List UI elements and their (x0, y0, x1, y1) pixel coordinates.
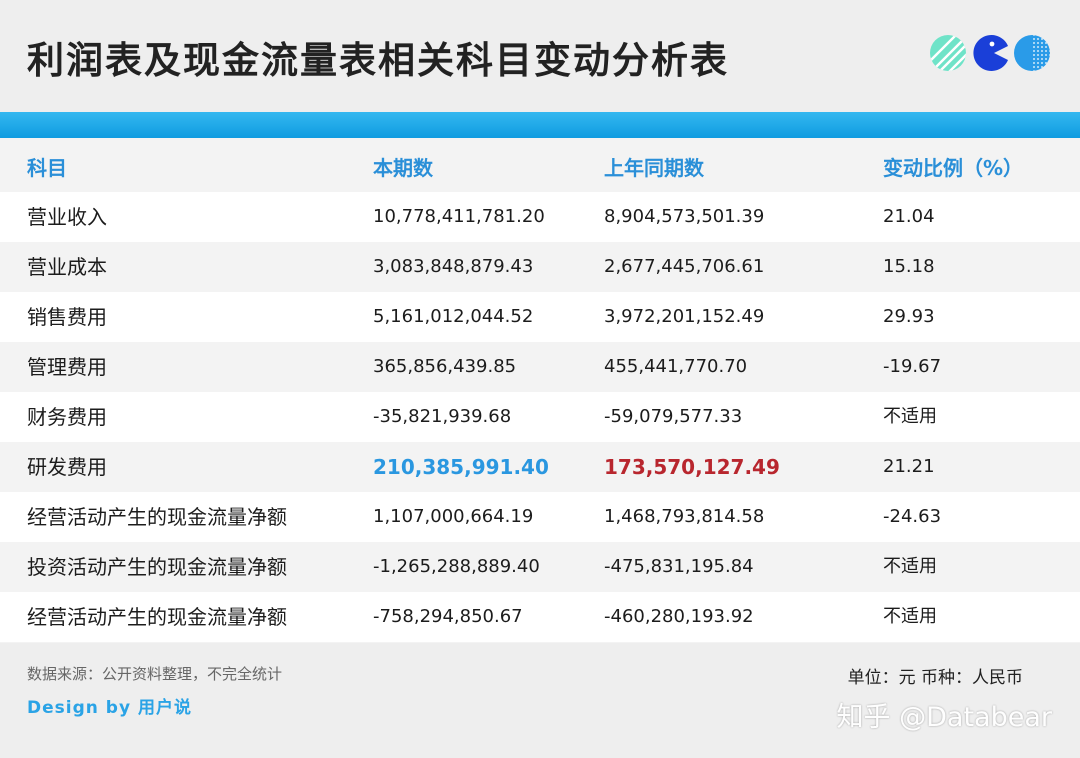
row-change: 不适用 (883, 406, 937, 427)
logo (930, 35, 1050, 71)
footer: 数据来源：公开资料整理，不完全统计 Design by 用户说 单位：元 币种：… (0, 643, 1080, 758)
table-row: 营业成本 3,083,848,879.43 2,677,445,706.61 1… (0, 242, 1080, 292)
row-change: 不适用 (883, 556, 937, 577)
row-item: 营业收入 (27, 205, 107, 229)
row-item: 营业成本 (27, 255, 107, 279)
data-table: 科目 本期数 上年同期数 变动比例（%） 营业收入 10,778,411,781… (0, 138, 1080, 643)
row-item: 经营活动产生的现金流量净额 (27, 605, 287, 629)
page-title: 利润表及现金流量表相关科目变动分析表 (27, 39, 729, 82)
dotted-circle-icon (1014, 35, 1050, 71)
row-item: 销售费用 (27, 305, 107, 329)
row-previous: 1,468,793,814.58 (604, 506, 765, 527)
row-current: 1,107,000,664.19 (373, 506, 534, 527)
row-previous: 3,972,201,152.49 (604, 306, 765, 327)
row-previous: -460,280,193.92 (604, 606, 754, 627)
row-previous: -59,079,577.33 (604, 406, 743, 427)
data-source-note: 数据来源：公开资料整理，不完全统计 (27, 665, 283, 683)
table-row: 经营活动产生的现金流量净额 -758,294,850.67 -460,280,1… (0, 592, 1080, 642)
row-current: -1,265,288,889.40 (373, 556, 540, 577)
row-previous: 455,441,770.70 (604, 356, 748, 377)
row-item: 财务费用 (27, 405, 107, 429)
design-credit: Design by 用户说 (27, 698, 192, 718)
row-change: -19.67 (883, 356, 942, 377)
header: 利润表及现金流量表相关科目变动分析表 (0, 0, 1080, 112)
row-item: 研发费用 (27, 455, 107, 479)
striped-circle-icon (930, 35, 966, 71)
row-current: -35,821,939.68 (373, 406, 512, 427)
column-header-previous: 上年同期数 (604, 156, 704, 180)
row-current: 5,161,012,044.52 (373, 306, 534, 327)
column-header-item: 科目 (27, 156, 67, 180)
row-previous: 2,677,445,706.61 (604, 256, 765, 277)
row-change: -24.63 (883, 506, 942, 527)
row-current: -758,294,850.67 (373, 606, 523, 627)
table-row: 投资活动产生的现金流量净额 -1,265,288,889.40 -475,831… (0, 542, 1080, 592)
row-change: 29.93 (883, 306, 935, 327)
row-previous: 8,904,573,501.39 (604, 206, 765, 227)
unit-note: 单位：元 币种：人民币 (847, 668, 1023, 688)
row-item: 投资活动产生的现金流量净额 (27, 555, 287, 579)
row-change: 21.04 (883, 206, 935, 227)
header-band (0, 112, 1080, 138)
table-row: 经营活动产生的现金流量净额 1,107,000,664.19 1,468,793… (0, 492, 1080, 542)
watermark: 知乎 @Databear (836, 702, 1052, 733)
row-item: 管理费用 (27, 355, 107, 379)
row-previous-highlight: 173,570,127.49 (604, 455, 780, 479)
row-change: 15.18 (883, 256, 935, 277)
column-header-current: 本期数 (373, 156, 433, 180)
table-header: 科目 本期数 上年同期数 变动比例（%） (0, 138, 1080, 192)
table-row: 财务费用 -35,821,939.68 -59,079,577.33 不适用 (0, 392, 1080, 442)
table-row: 研发费用 210,385,991.40 173,570,127.49 21.21 (0, 442, 1080, 492)
row-previous: -475,831,195.84 (604, 556, 754, 577)
table-row: 销售费用 5,161,012,044.52 3,972,201,152.49 2… (0, 292, 1080, 342)
row-current-highlight: 210,385,991.40 (373, 455, 549, 479)
row-change: 不适用 (883, 606, 937, 627)
row-change: 21.21 (883, 456, 935, 477)
row-current: 3,083,848,879.43 (373, 256, 534, 277)
row-item: 经营活动产生的现金流量净额 (27, 505, 287, 529)
row-current: 365,856,439.85 (373, 356, 517, 377)
table-row: 管理费用 365,856,439.85 455,441,770.70 -19.6… (0, 342, 1080, 392)
pacman-icon (973, 35, 1008, 71)
column-header-change: 变动比例（%） (883, 156, 1024, 180)
row-current: 10,778,411,781.20 (373, 206, 545, 227)
table-row: 营业收入 10,778,411,781.20 8,904,573,501.39 … (0, 192, 1080, 242)
